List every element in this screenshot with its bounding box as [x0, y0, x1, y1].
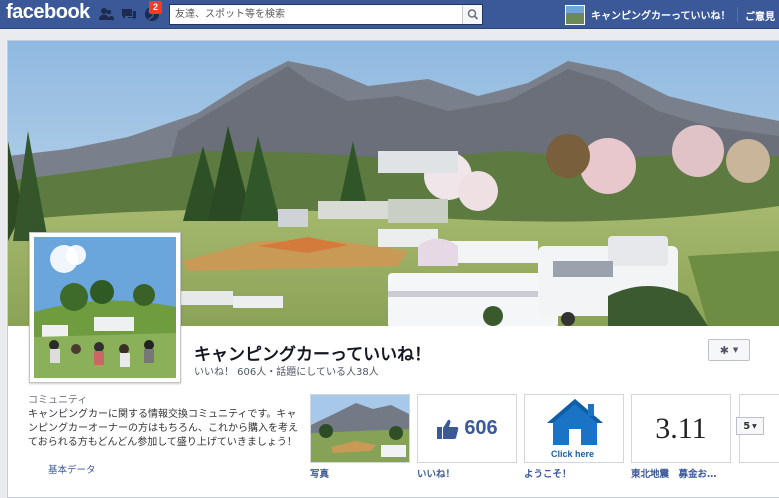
- thumbs-up-icon: [437, 419, 459, 439]
- profile-name: キャンピングカーっていいね！: [591, 11, 731, 22]
- more-apps-count: 5: [743, 420, 751, 432]
- search-box: [169, 4, 483, 25]
- quake-app-label[interactable]: 東北地震 募金お…: [631, 466, 717, 480]
- quake-tile-text: 3.11: [655, 411, 707, 445]
- likes-app-tile[interactable]: 606: [417, 394, 517, 463]
- chevron-down-icon: ▼: [752, 422, 757, 430]
- page-title: キャンピングカーっていいね！: [194, 345, 432, 365]
- top-bar: facebook 2 キャンピングカーっていいね！ ご意見: [0, 0, 779, 29]
- likes-count: 606: [464, 417, 498, 439]
- feedback-link[interactable]: ご意見: [745, 8, 775, 23]
- about-section: コミュニティ キャンピングカーに関する情報交換コミュニティです。キャンピングカー…: [28, 391, 303, 461]
- about-link[interactable]: 基本データ: [48, 462, 96, 476]
- photos-app-tile[interactable]: [310, 394, 410, 463]
- messages-icon[interactable]: [121, 6, 137, 22]
- friends-icon[interactable]: [98, 6, 114, 22]
- welcome-app-tile[interactable]: Click here: [524, 394, 624, 463]
- gear-icon: ✱: [719, 343, 729, 357]
- settings-button[interactable]: ✱ ▼: [708, 339, 750, 361]
- click-here-text: Click here: [551, 449, 595, 459]
- about-description: キャンピングカーに関する情報交換コミュニティです。キャンピングカーオーナーの方は…: [28, 409, 298, 448]
- facebook-logo[interactable]: facebook: [6, 1, 90, 24]
- topbar-divider: [737, 7, 738, 22]
- search-input[interactable]: [170, 5, 460, 24]
- quake-donation-app-tile[interactable]: 3.11: [631, 394, 731, 463]
- photos-app-label[interactable]: 写真: [310, 466, 329, 480]
- welcome-app-label[interactable]: ようこそ！: [524, 466, 572, 480]
- search-icon: [467, 9, 479, 20]
- page-profile-link[interactable]: キャンピングカーっていいね！: [565, 4, 731, 25]
- more-apps-button[interactable]: 5 ▼: [736, 417, 764, 435]
- profile-thumbnail: [565, 4, 585, 25]
- page-timeline: キャンピングカーっていいね！ いいね！ 606人・話題にしている人38人 ✱ ▼…: [7, 40, 779, 498]
- search-button[interactable]: [462, 5, 482, 24]
- chevron-down-icon: ▼: [732, 346, 739, 354]
- likes-app-label[interactable]: いいね！: [417, 466, 455, 480]
- notification-badge: 2: [149, 1, 162, 14]
- profile-picture[interactable]: [29, 232, 181, 383]
- page-stats: いいね！ 606人・話題にしている人38人: [194, 367, 379, 378]
- page-category: コミュニティ: [28, 395, 88, 406]
